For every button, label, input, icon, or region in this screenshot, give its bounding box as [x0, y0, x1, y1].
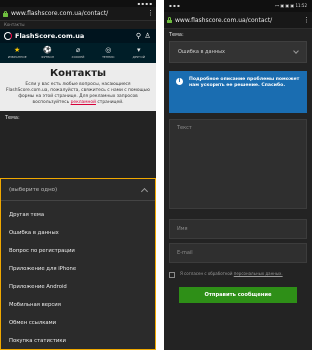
topic-option[interactable]: Покупка статистики	[1, 332, 155, 350]
breadcrumb[interactable]: Контакты	[0, 21, 156, 29]
sport-tab-football[interactable]: ⚽ ФУТБОЛ	[35, 46, 61, 60]
user-icon[interactable]: ♙	[143, 32, 152, 40]
hockey-icon: ⌀	[75, 46, 81, 54]
browser-address-bar[interactable]: www.flashscore.com.ua/contact/ ⋮	[164, 12, 312, 29]
url-text[interactable]: www.flashscore.com.ua/contact/	[11, 10, 147, 17]
phone-right: ▪ ▪ ▪ ⊶ ▣ ▣ ▣ 11:52 www.flashscore.com.u…	[164, 0, 312, 350]
sport-tab-favorites[interactable]: ★ ИЗБРАННОЕ	[4, 46, 30, 60]
consent-label: Я согласен с обработкой персональных дан…	[180, 271, 283, 277]
topic-dropdown[interactable]: (выберите одно) Другая тема Ошибка в дан…	[0, 178, 156, 350]
sport-tab-label: ХОККЕЙ	[71, 55, 85, 59]
topic-select-value: Ошибка в данных	[178, 49, 226, 55]
topic-label: Тема:	[5, 115, 20, 121]
topic-option[interactable]: Ошибка в данных	[1, 224, 155, 242]
lock-icon	[167, 17, 172, 23]
topic-select[interactable]: Ошибка в данных	[169, 41, 307, 63]
status-bar: ▪ ▪ ▪ ⊶ ▣ ▣ ▣ 11:52	[164, 0, 312, 12]
contacts-text-after: страницей.	[97, 100, 124, 105]
logo-icon[interactable]	[4, 32, 12, 40]
url-text[interactable]: www.flashscore.com.ua/contact/	[175, 17, 303, 24]
phone-left: ▪ ▪ ▪ ▪ www.flashscore.com.ua/contact/ ⋮…	[0, 0, 156, 350]
topic-option[interactable]: Приложение Android	[1, 278, 155, 296]
submit-button[interactable]: Отправить сообщение	[179, 287, 297, 303]
sport-tab-hockey[interactable]: ⌀ ХОККЕЙ	[65, 46, 91, 60]
consent-checkbox[interactable]	[169, 272, 175, 278]
star-icon: ★	[14, 46, 21, 54]
more-menu-icon[interactable]: ⋮	[147, 10, 154, 17]
name-field[interactable]: Имя	[169, 219, 307, 239]
topic-option[interactable]: Обмен ссылками	[1, 314, 155, 332]
status-left-icons: ▪ ▪ ▪	[169, 3, 180, 8]
contacts-panel: Контакты Если у вас есть любые вопросы, …	[0, 63, 156, 111]
more-menu-icon[interactable]: ⋮	[303, 16, 310, 24]
page-title: Контакты	[49, 68, 107, 79]
site-header: FlashScore.com.ua ⚲ ♙	[0, 29, 156, 43]
status-bar: ▪ ▪ ▪ ▪	[0, 0, 156, 7]
chevron-down-icon[interactable]	[293, 48, 299, 54]
email-field[interactable]: E-mail	[169, 243, 307, 263]
tennis-icon: ◎	[105, 46, 112, 54]
browser-address-bar[interactable]: www.flashscore.com.ua/contact/ ⋮	[0, 7, 156, 21]
topic-select[interactable]: (выберите одно)	[1, 179, 155, 201]
sport-tab-tennis[interactable]: ◎ ТЕННИС	[95, 46, 121, 60]
topic-option[interactable]: Другая тема	[1, 206, 155, 224]
lock-icon	[3, 10, 8, 17]
sport-tab-other[interactable]: ▾ ДРУГОЙ	[126, 46, 152, 60]
contact-form: Тема:	[0, 111, 156, 122]
info-notice: i Подробное описание проблемы поможет на…	[169, 71, 307, 113]
ads-page-link[interactable]: рекламной	[71, 100, 96, 105]
info-icon: i	[176, 78, 183, 85]
chevron-down-icon: ▾	[136, 46, 141, 54]
sport-tab-label: ИЗБРАННОЕ	[7, 55, 27, 59]
topic-select-placeholder: (выберите одно)	[9, 186, 58, 193]
consent-row: Я согласен с обработкой персональных дан…	[169, 271, 307, 278]
site-logo-text[interactable]: FlashScore.com.ua	[15, 32, 134, 40]
consent-text: Я согласен с обработкой	[180, 271, 233, 276]
info-notice-text: Подробное описание проблемы поможет нам …	[189, 77, 300, 89]
status-right-icons: ⊶ ▣ ▣ ▣ 11:52	[275, 3, 307, 8]
sport-tab-label: ФУТБОЛ	[41, 55, 55, 59]
sport-tab-label: ТЕННИС	[102, 55, 115, 59]
topic-options-list: Другая тема Ошибка в данных Вопрос по ре…	[1, 201, 155, 350]
sport-nav: ★ ИЗБРАННОЕ ⚽ ФУТБОЛ ⌀ ХОККЕЙ ◎ ТЕННИС ▾…	[0, 43, 156, 63]
football-icon: ⚽	[43, 46, 52, 54]
topic-label: Тема:	[169, 32, 184, 38]
personal-data-link[interactable]: персональных данных.	[234, 271, 283, 276]
message-textarea[interactable]: Текст	[169, 119, 307, 209]
topic-option[interactable]: Приложение для iPhone	[1, 260, 155, 278]
contacts-description: Если у вас есть любые вопросы, насающиес…	[6, 82, 150, 106]
topic-option[interactable]: Вопрос по регистрации	[1, 242, 155, 260]
chevron-up-icon[interactable]	[140, 187, 149, 195]
topic-option[interactable]: Мобильная версия	[1, 296, 155, 314]
sport-tab-label: ДРУГОЙ	[132, 55, 145, 59]
search-icon[interactable]: ⚲	[134, 32, 143, 40]
